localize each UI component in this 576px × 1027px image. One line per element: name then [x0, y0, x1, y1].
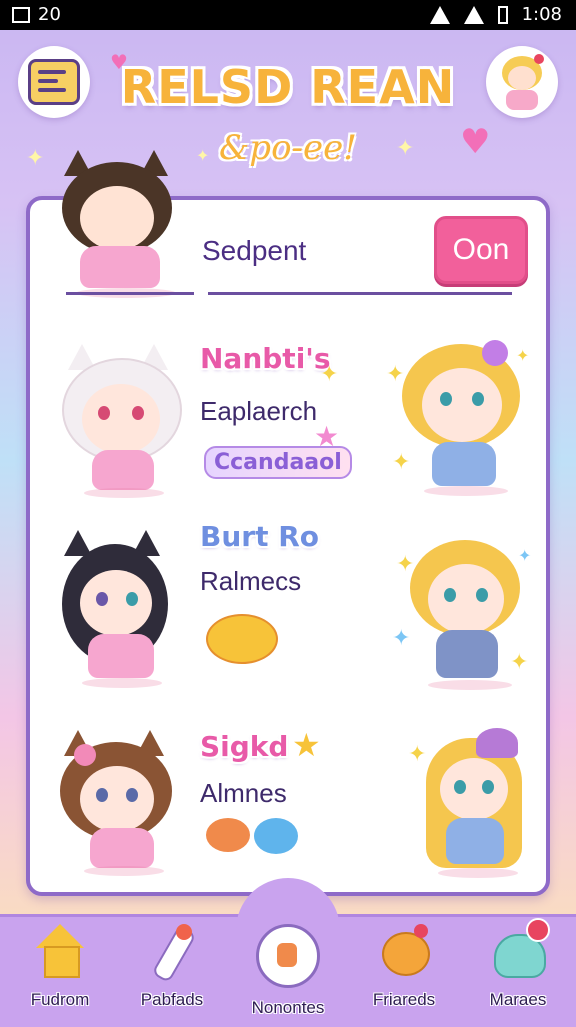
star-icon: ★	[292, 726, 321, 764]
character-white-cat-girl[interactable]	[62, 340, 182, 500]
home-icon	[32, 924, 88, 980]
row-subtitle: Ralmecs	[200, 566, 302, 596]
notification-badge	[526, 918, 550, 942]
star-icon: ★	[314, 420, 340, 453]
orange-blob-icon	[206, 818, 250, 852]
nav-item-center[interactable]: Nonontes	[236, 918, 340, 1018]
character-brown-cat-girl[interactable]	[60, 730, 184, 880]
row-title: Sigkd	[200, 730, 289, 763]
gallery-icon	[12, 6, 30, 23]
nav-item-messages[interactable]: Maraes	[466, 918, 570, 1018]
nav-item-friends[interactable]: Friareds	[352, 918, 456, 1018]
wifi-icon	[463, 5, 484, 24]
nav-item-tools[interactable]: Pabfads	[120, 918, 224, 1018]
menu-button[interactable]	[18, 46, 90, 118]
sparkle-icon: ✦	[516, 346, 530, 365]
sparkle-icon: ✦	[518, 546, 532, 565]
sparkle-icon: ✦	[320, 362, 339, 387]
on-button[interactable]: Oon	[434, 216, 528, 284]
star-icon: ✦	[396, 136, 415, 161]
fruit-creature-icon	[206, 614, 278, 664]
status-left-text: 20	[38, 4, 61, 25]
search-underline	[208, 292, 512, 295]
row-subtitle: Eaplaerch	[200, 396, 318, 426]
menu-list-icon	[28, 59, 80, 105]
app-subtitle: &po-ee!	[219, 128, 357, 168]
sparkle-icon: ✦	[396, 552, 415, 577]
star-icon: ✦	[26, 146, 45, 171]
divider	[66, 292, 194, 295]
row-title: Burt Ro	[200, 520, 320, 553]
character-blonde-long-hair-girl[interactable]	[426, 728, 530, 880]
bear-friends-icon	[376, 924, 432, 980]
status-bar: 20 1:08	[0, 0, 576, 30]
mascot-cat-girl	[56, 150, 186, 300]
row-title: Nanbti's	[200, 342, 331, 375]
search-input[interactable]	[200, 228, 424, 274]
status-time: 1:08	[521, 4, 562, 25]
sparkle-icon: ✦	[392, 450, 411, 475]
nav-item-home[interactable]: Fudrom	[8, 918, 112, 1018]
character-blonde-boy[interactable]	[410, 540, 526, 690]
character-black-cat-girl[interactable]	[62, 530, 182, 690]
sparkle-icon: ✦	[386, 362, 405, 387]
potion-icon	[256, 924, 320, 988]
row-subtitle: Almnes	[200, 778, 287, 808]
sparkle-icon: ✦	[392, 626, 411, 651]
profile-avatar[interactable]	[486, 46, 558, 118]
character-blonde-girl[interactable]	[402, 336, 526, 500]
blue-blob-icon	[254, 818, 298, 854]
sparkle-icon: ✦	[510, 650, 529, 675]
sparkle-icon: ✦	[408, 742, 427, 767]
tools-icon	[144, 924, 200, 984]
heart-icon: ♥	[460, 122, 491, 162]
battery-icon	[497, 5, 508, 24]
signal-icon	[429, 5, 450, 24]
app-title: RELSD REAN	[120, 60, 456, 114]
blob-messages-icon	[490, 918, 550, 980]
